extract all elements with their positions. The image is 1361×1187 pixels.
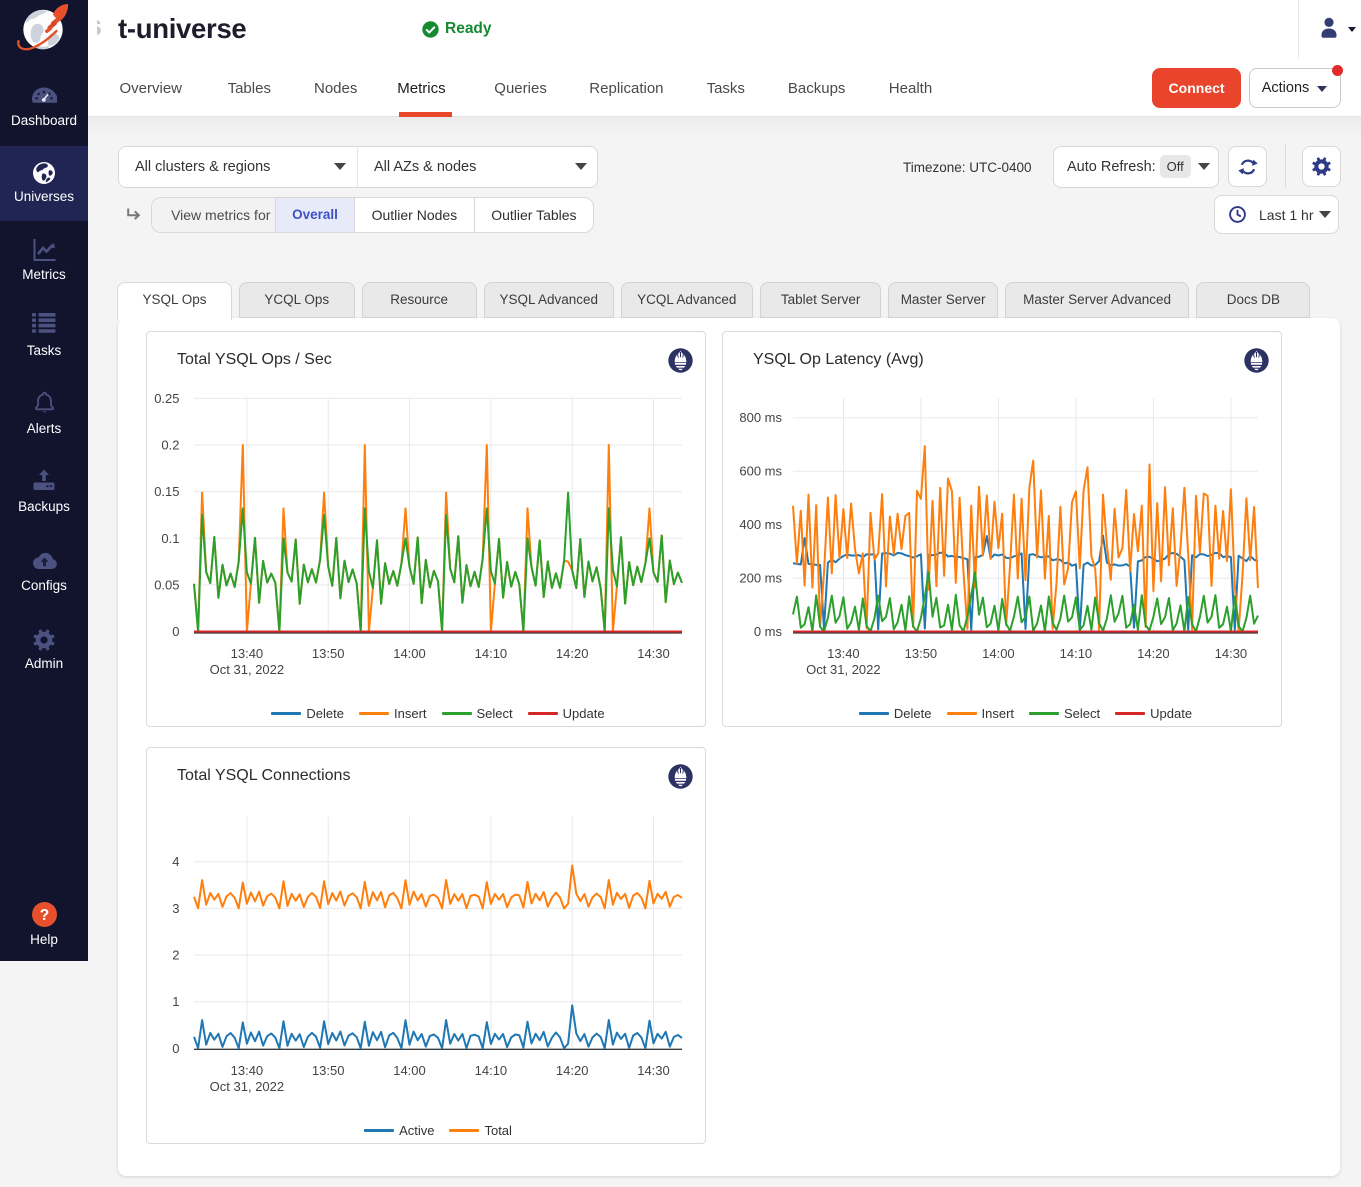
svg-text:14:10: 14:10 [475, 1063, 508, 1078]
svg-text:14:20: 14:20 [556, 646, 589, 661]
svg-text:2: 2 [172, 948, 179, 963]
svg-text:0: 0 [172, 624, 179, 639]
svg-text:14:20: 14:20 [556, 1063, 589, 1078]
svg-text:0.2: 0.2 [161, 438, 179, 453]
svg-text:13:40: 13:40 [231, 646, 264, 661]
svg-text:13:50: 13:50 [905, 646, 938, 661]
svg-text:14:10: 14:10 [475, 646, 508, 661]
svg-text:0.25: 0.25 [154, 391, 179, 406]
svg-text:?: ? [39, 907, 48, 924]
svg-text:14:00: 14:00 [393, 646, 426, 661]
svg-text:0.05: 0.05 [154, 577, 179, 592]
svg-text:3: 3 [172, 901, 179, 916]
svg-text:13:40: 13:40 [827, 646, 860, 661]
svg-text:14:10: 14:10 [1060, 646, 1093, 661]
svg-text:14:30: 14:30 [637, 646, 670, 661]
svg-text:0 ms: 0 ms [754, 624, 783, 639]
svg-text:0.1: 0.1 [161, 531, 179, 546]
svg-text:14:00: 14:00 [982, 646, 1015, 661]
svg-text:200 ms: 200 ms [739, 571, 782, 586]
svg-text:Oct 31, 2022: Oct 31, 2022 [210, 1079, 284, 1094]
svg-text:400 ms: 400 ms [739, 517, 782, 532]
svg-text:1: 1 [172, 994, 179, 1009]
svg-text:14:20: 14:20 [1137, 646, 1170, 661]
svg-text:13:40: 13:40 [231, 1063, 264, 1078]
svg-text:600 ms: 600 ms [739, 464, 782, 479]
svg-text:14:30: 14:30 [637, 1063, 670, 1078]
svg-text:800 ms: 800 ms [739, 410, 782, 425]
svg-text:Oct 31, 2022: Oct 31, 2022 [806, 662, 880, 677]
svg-text:13:50: 13:50 [312, 646, 345, 661]
svg-text:14:30: 14:30 [1215, 646, 1248, 661]
svg-text:4: 4 [172, 854, 179, 869]
svg-text:0.15: 0.15 [154, 484, 179, 499]
svg-text:13:50: 13:50 [312, 1063, 345, 1078]
svg-text:0: 0 [172, 1041, 179, 1056]
svg-text:14:00: 14:00 [393, 1063, 426, 1078]
svg-text:Oct 31, 2022: Oct 31, 2022 [210, 662, 284, 677]
